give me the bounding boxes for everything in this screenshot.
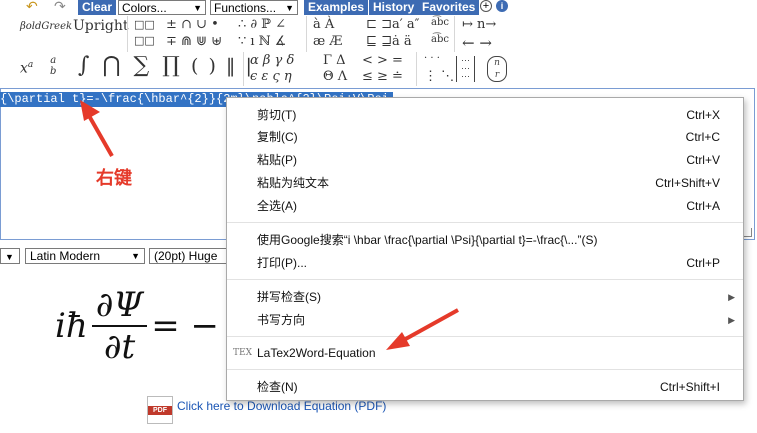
arrow-to-selection-icon (80, 100, 114, 157)
annotation-arrows (80, 100, 459, 350)
arrow-to-menu-item-icon (386, 308, 459, 350)
